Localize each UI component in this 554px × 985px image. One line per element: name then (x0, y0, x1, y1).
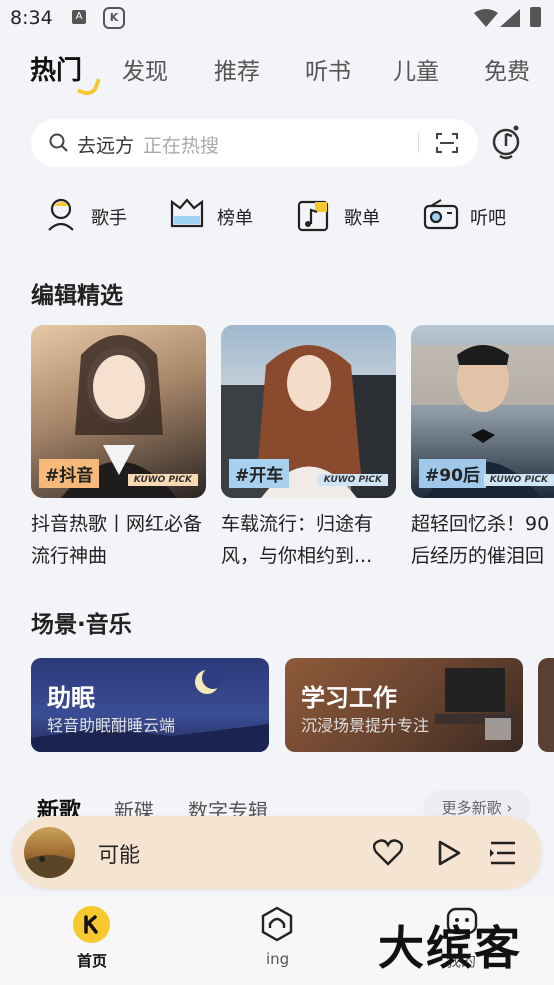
editor-card-caption[interactable]: 抖音热歌丨网红必备流行神曲 (31, 508, 211, 574)
section-title-editor-picks: 编辑精选 (31, 283, 123, 309)
quick-entry-playlist[interactable]: 歌单 (297, 196, 387, 236)
watermark-text: 大缤客 (378, 921, 522, 975)
scene-card-sleep[interactable]: 助眠 轻音助眠酣睡云端 (31, 658, 269, 752)
tab-free[interactable]: 免费 (484, 52, 530, 86)
home-logo-icon (84, 915, 98, 934)
quick-entry-label: 歌单 (344, 208, 380, 229)
quick-entry-radio[interactable]: 听吧 (423, 196, 513, 236)
quick-entry-chart[interactable]: 榜单 (170, 196, 260, 236)
quick-entry-label: 榜单 (217, 208, 253, 229)
status-bar: 8:34 A K (0, 0, 554, 36)
quick-entry-label: 歌手 (91, 208, 127, 229)
search-query: 去远方 (77, 135, 135, 157)
scene-card-more[interactable] (538, 658, 554, 752)
editor-card[interactable]: #抖音 KUWO PICK (31, 325, 206, 498)
search-hint: 正在热搜 (143, 135, 220, 157)
search-icon (49, 133, 68, 152)
tab-audiobook[interactable]: 听书 (305, 52, 351, 86)
chart-icon (170, 198, 204, 228)
status-time: 8:34 (10, 7, 53, 29)
kuwo-notification-icon: K (103, 7, 125, 29)
tab-kids[interactable]: 儿童 (393, 52, 439, 86)
heart-icon[interactable] (373, 838, 403, 866)
nav-label-ing[interactable]: ing (266, 950, 289, 968)
a-notification-icon: A (72, 10, 86, 24)
singer-icon (48, 198, 74, 231)
play-icon[interactable] (436, 839, 462, 867)
signal-icon (500, 9, 520, 27)
card-tag: #开车 (229, 459, 290, 488)
card-tag: #抖音 (39, 459, 100, 488)
scene-card-title: 助眠 (47, 684, 95, 712)
scene-card-subtitle: 沉浸场景提升专注 (301, 716, 430, 735)
card-brand: KUWO PICK (483, 474, 554, 486)
scene-card-study[interactable]: 学习工作 沉浸场景提升专注 (285, 658, 523, 752)
card-brand: KUWO PICK (317, 474, 388, 486)
now-playing-title: 可能 (98, 843, 140, 867)
mini-player[interactable]: 可能 (12, 816, 542, 889)
home-icon[interactable] (73, 906, 110, 943)
ing-icon[interactable] (259, 906, 295, 942)
editor-card-caption[interactable]: 车载流行：归途有风，与你相约到... (221, 508, 401, 574)
battery-icon (530, 7, 541, 27)
editor-card[interactable]: #开车 KUWO PICK (221, 325, 396, 498)
scan-icon[interactable] (435, 131, 459, 155)
quick-entry-label: 听吧 (470, 208, 506, 229)
radio-icon (423, 199, 459, 230)
section-title-scene-music: 场景·音乐 (31, 612, 132, 638)
wifi-icon (474, 9, 498, 27)
more-label: 更多新歌 (441, 799, 502, 817)
album-cover[interactable] (24, 827, 75, 878)
tab-recommend[interactable]: 推荐 (214, 52, 260, 86)
search-bar[interactable]: 去远方 正在热搜 (31, 119, 478, 167)
nav-label-home[interactable]: 首页 (77, 950, 107, 971)
album-art-image (24, 855, 75, 878)
editor-card[interactable]: #90后 KUWO PICK (411, 325, 554, 498)
playlist-queue-icon[interactable] (489, 840, 517, 866)
card-brand: KUWO PICK (127, 474, 198, 486)
quick-entry-singer[interactable]: 歌手 (44, 196, 134, 236)
music-recognition-icon[interactable] (490, 122, 524, 162)
search-divider (418, 133, 419, 153)
tab-hot[interactable]: 热门 (30, 50, 82, 87)
scene-card-subtitle: 轻音助眠酣睡云端 (47, 716, 176, 735)
card-tag: #90后 (419, 459, 486, 488)
playlist-icon (297, 200, 329, 232)
editor-card-caption[interactable]: 超轻回忆杀！90后经历的催泪回 (411, 508, 554, 574)
scene-card-title: 学习工作 (301, 684, 397, 712)
tab-discover[interactable]: 发现 (122, 52, 168, 86)
